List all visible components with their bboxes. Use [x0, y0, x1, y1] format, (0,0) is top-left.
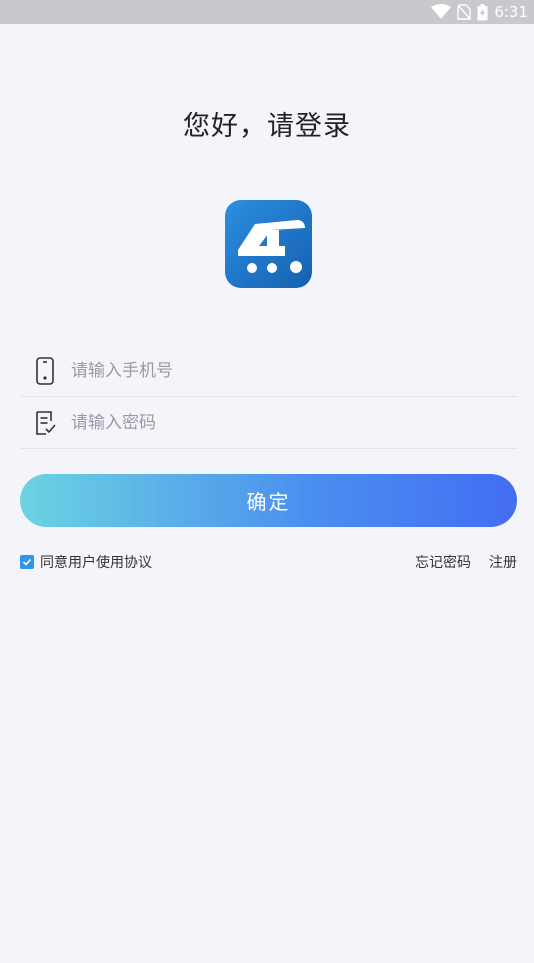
- register-link[interactable]: 注册: [489, 552, 517, 572]
- status-bar: 6:31: [0, 0, 534, 24]
- auth-links: 忘记密码 注册: [415, 552, 517, 572]
- battery-charging-icon: [477, 3, 488, 21]
- phone-input[interactable]: [69, 360, 493, 382]
- status-time: 6:31: [494, 3, 528, 21]
- phone-field: [20, 346, 517, 397]
- agreement-checkbox-row[interactable]: 同意用户使用协议: [20, 552, 152, 572]
- password-field: [20, 398, 517, 449]
- password-note-icon: [32, 410, 58, 436]
- wifi-icon: [431, 4, 452, 20]
- no-sim-icon: [457, 4, 472, 20]
- checkbox-checked-icon[interactable]: [20, 555, 34, 569]
- password-input[interactable]: [69, 412, 493, 434]
- app-logo-icon: [225, 200, 312, 288]
- page-title: 您好，请登录: [183, 111, 351, 142]
- confirm-button[interactable]: 确定: [20, 474, 517, 527]
- status-icons: 6:31: [431, 0, 528, 24]
- phone-icon: [32, 357, 58, 385]
- agreement-label[interactable]: 同意用户使用协议: [40, 552, 152, 572]
- forgot-password-link[interactable]: 忘记密码: [415, 552, 471, 572]
